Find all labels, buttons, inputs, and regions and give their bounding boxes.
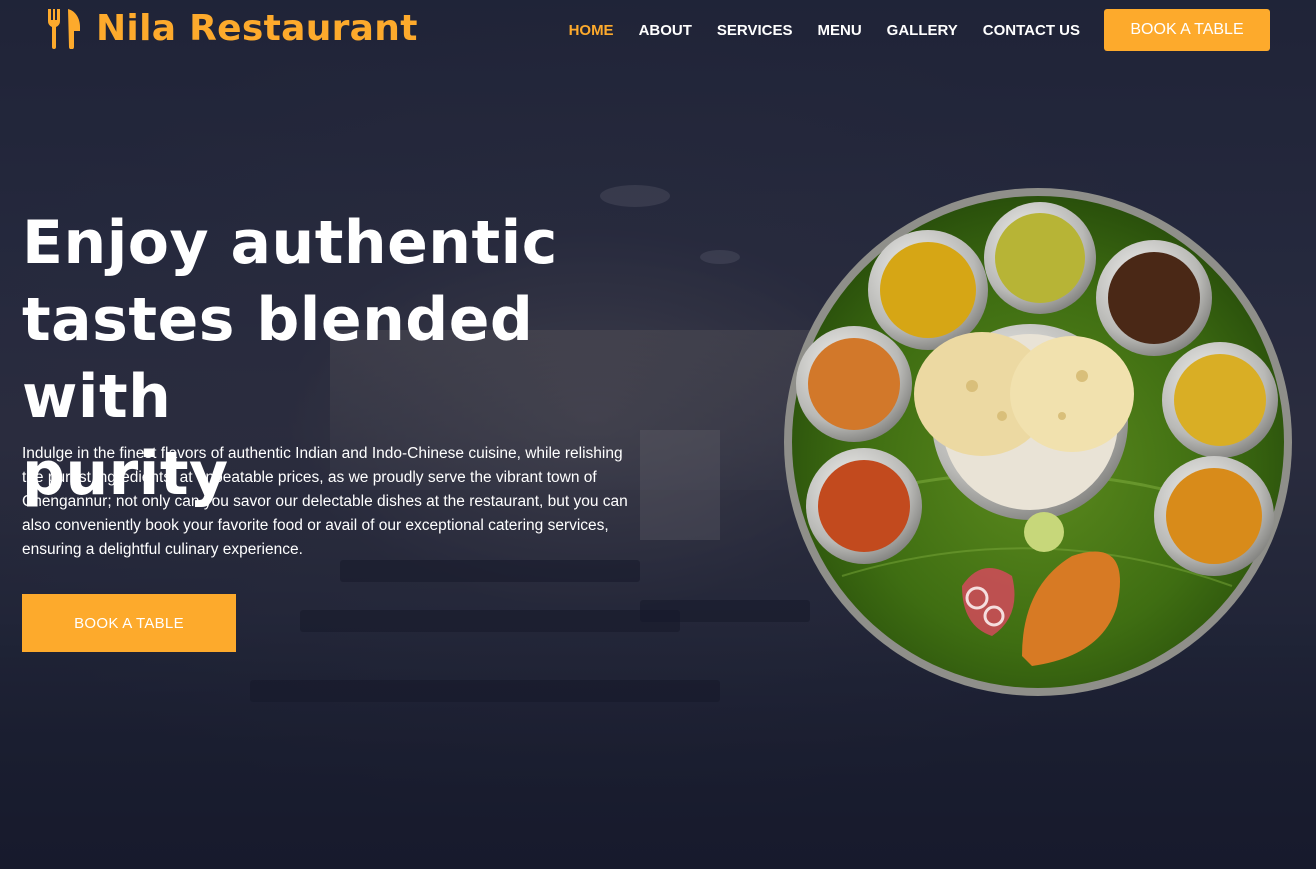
- thali-plate-image: [784, 188, 1292, 696]
- nav-gallery[interactable]: GALLERY: [887, 22, 958, 39]
- brand-name: Nila Restaurant: [96, 7, 418, 49]
- nav-contact-us[interactable]: CONTACT US: [983, 22, 1080, 39]
- hero-description: Indulge in the finest flavors of authent…: [22, 445, 628, 558]
- site-header: Nila Restaurant HOME ABOUT SERVICES MENU…: [0, 0, 1316, 60]
- nav-about[interactable]: ABOUT: [639, 22, 692, 39]
- hero-title-line: Enjoy authentic: [22, 208, 558, 278]
- nav-menu[interactable]: MENU: [817, 22, 861, 39]
- site-logo[interactable]: Nila Restaurant: [46, 6, 418, 50]
- nav-home[interactable]: HOME: [569, 22, 614, 39]
- hero-title-line: tastes blended with: [22, 285, 534, 432]
- nav-book-table-button[interactable]: BOOK A TABLE: [1104, 9, 1270, 51]
- main-nav: HOME ABOUT SERVICES MENU GALLERY CONTACT…: [569, 9, 1270, 51]
- hero-book-table-button[interactable]: BOOK A TABLE: [22, 594, 236, 652]
- nav-services[interactable]: SERVICES: [717, 22, 793, 39]
- fork-knife-icon: [47, 9, 80, 49]
